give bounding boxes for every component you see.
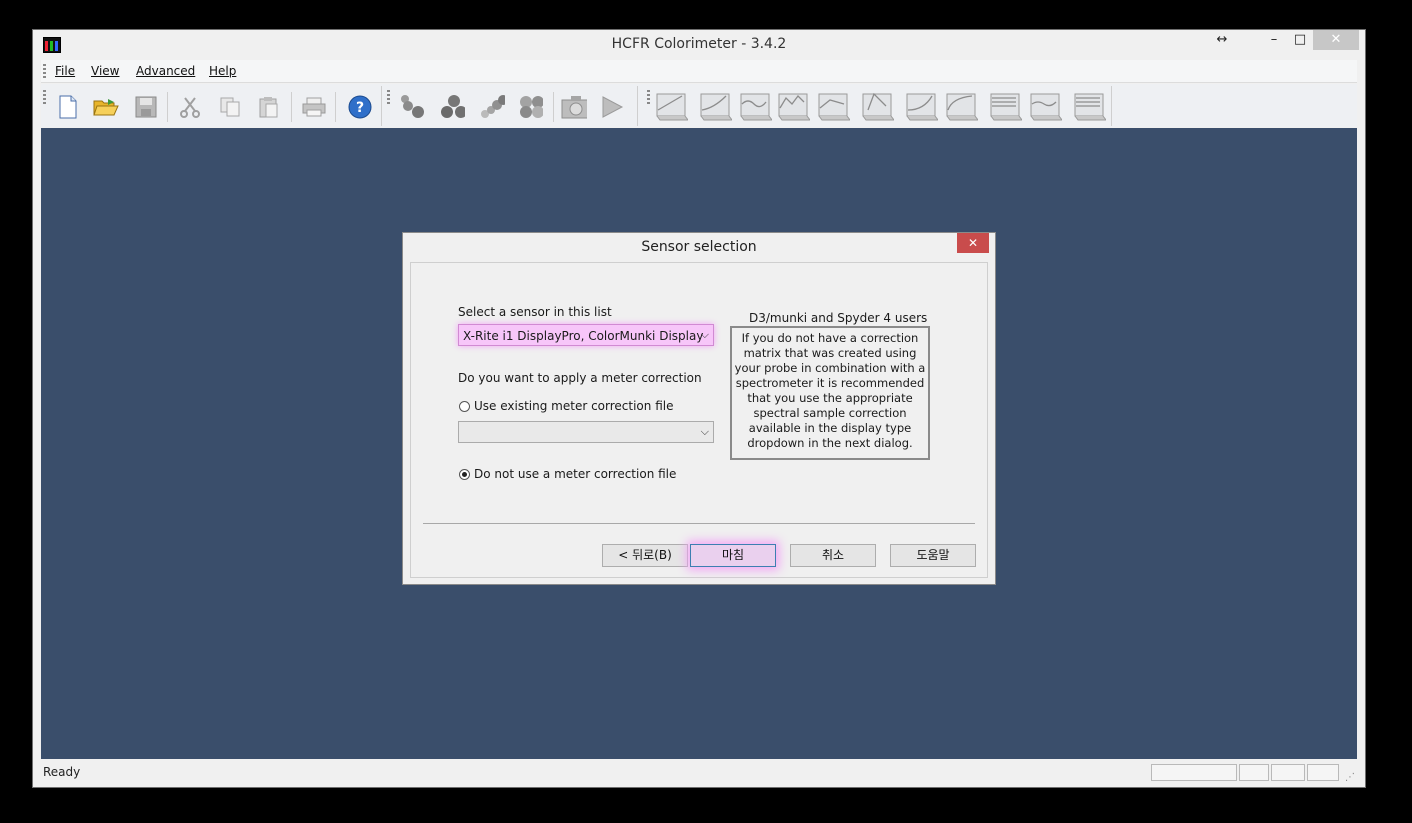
new-file-icon[interactable] <box>55 94 81 120</box>
open-folder-icon[interactable] <box>93 94 119 120</box>
status-panel <box>1151 764 1237 781</box>
menu-bar: File View Advanced Help <box>41 60 1357 83</box>
no-correction-label[interactable]: Do not use a meter correction file <box>474 467 676 481</box>
toolbar-grip[interactable] <box>387 90 390 104</box>
use-existing-correction-radio[interactable] <box>459 401 470 412</box>
resize-grip-icon[interactable]: ⋰ <box>1345 772 1355 783</box>
help-icon[interactable]: ? <box>347 94 373 120</box>
svg-text:?: ? <box>356 100 364 116</box>
cancel-button[interactable]: 취소 <box>790 544 876 567</box>
graph-2-icon[interactable] <box>698 90 733 122</box>
dialog-close-button[interactable]: ✕ <box>957 233 989 253</box>
window-title: HCFR Colorimeter - 3.4.2 <box>611 36 787 52</box>
toolbar-group-measure <box>385 86 638 126</box>
menu-grip[interactable] <box>43 64 46 78</box>
dialog-title: Sensor selection <box>641 239 757 255</box>
measure-all-icon[interactable] <box>517 94 543 120</box>
sensor-list-label: Select a sensor in this list <box>458 305 612 319</box>
status-panel <box>1239 764 1269 781</box>
toolbar-separator <box>553 92 554 122</box>
toolbar-separator <box>291 92 292 122</box>
back-button[interactable]: < 뒤로(B) <box>602 544 688 567</box>
close-button[interactable]: ✕ <box>1313 30 1359 50</box>
graph-4-icon[interactable] <box>776 90 811 122</box>
measure-grayscale-icon[interactable] <box>399 94 425 120</box>
status-text: Ready <box>43 765 81 779</box>
graph-9-icon[interactable] <box>988 90 1023 122</box>
status-bar: Ready ⋰ <box>41 761 1357 785</box>
help-button[interactable]: 도움말 <box>890 544 976 567</box>
toolbar-group-file: ? <box>41 86 382 126</box>
no-correction-radio[interactable] <box>459 469 470 480</box>
correction-file-dropdown[interactable]: ⌵ <box>458 421 714 443</box>
dialog-divider <box>423 523 975 524</box>
graph-8-icon[interactable] <box>944 90 979 122</box>
graph-icon-row <box>654 90 1114 124</box>
graph-1-icon[interactable] <box>654 90 689 122</box>
chevron-down-icon: ⌵ <box>700 328 709 341</box>
copy-icon[interactable] <box>217 94 243 120</box>
menu-file[interactable]: File <box>55 64 75 78</box>
dialog-body: Select a sensor in this list X-Rite i1 D… <box>410 262 988 578</box>
info-box: If you do not have a correction matrix t… <box>730 326 930 460</box>
cut-icon[interactable] <box>177 94 203 120</box>
print-icon[interactable] <box>301 94 327 120</box>
sensor-dropdown-value: X-Rite i1 DisplayPro, ColorMunki Display <box>463 329 704 343</box>
play-icon[interactable] <box>599 94 625 120</box>
graph-11-icon[interactable] <box>1072 90 1107 122</box>
toolbar-grip[interactable] <box>647 90 650 104</box>
save-icon[interactable] <box>133 94 159 120</box>
graph-10-icon[interactable] <box>1028 90 1063 122</box>
camera-icon[interactable] <box>561 94 587 120</box>
graph-6-icon[interactable] <box>860 90 895 122</box>
graph-7-icon[interactable] <box>904 90 939 122</box>
correction-question-label: Do you want to apply a meter correction <box>458 371 702 385</box>
use-existing-correction-label[interactable]: Use existing meter correction file <box>474 399 673 413</box>
menu-help[interactable]: Help <box>209 64 236 78</box>
toolbar-separator <box>335 92 336 122</box>
toolbar-grip[interactable] <box>43 90 46 104</box>
maximize-button[interactable]: □ <box>1285 30 1315 50</box>
title-bar[interactable]: HCFR Colorimeter - 3.4.2 ↔ – □ ✕ <box>33 30 1365 60</box>
graph-5-icon[interactable] <box>816 90 851 122</box>
finish-button[interactable]: 마침 <box>690 544 776 567</box>
restore-icon[interactable]: ↔ <box>1207 30 1237 50</box>
sensor-dropdown[interactable]: X-Rite i1 DisplayPro, ColorMunki Display… <box>458 324 714 346</box>
paste-icon[interactable] <box>255 94 281 120</box>
menu-advanced[interactable]: Advanced <box>136 64 195 78</box>
graph-3-icon[interactable] <box>738 90 773 122</box>
menu-view[interactable]: View <box>91 64 119 78</box>
info-title: D3/munki and Spyder 4 users <box>749 311 928 325</box>
status-panel <box>1271 764 1305 781</box>
status-panel <box>1307 764 1339 781</box>
measure-saturation-icon[interactable] <box>479 94 505 120</box>
sensor-selection-dialog: Sensor selection ✕ Select a sensor in th… <box>402 232 996 585</box>
chevron-down-icon: ⌵ <box>700 425 709 438</box>
measure-primaries-icon[interactable] <box>439 94 465 120</box>
toolbar-separator <box>167 92 168 122</box>
